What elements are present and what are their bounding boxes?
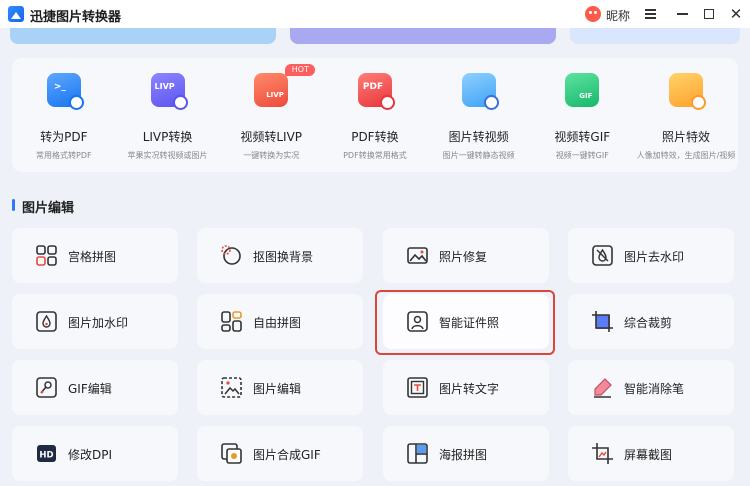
feature-free-collage[interactable]: 自由拼图 — [197, 294, 363, 349]
image-edit-icon — [221, 377, 242, 398]
tool-label: 照片特效 — [661, 130, 710, 144]
feature-images-to-gif[interactable]: 图片合成GIF — [197, 426, 363, 481]
feature-image-edit[interactable]: 图片编辑 — [197, 360, 363, 415]
banner-2[interactable] — [290, 28, 556, 44]
section-title: 图片编辑 — [22, 201, 75, 216]
feature-label: 屏幕截图 — [624, 448, 673, 462]
images-to-gif-icon — [221, 443, 242, 464]
image-to-pdf-icon: >_ — [46, 73, 84, 110]
image-to-video-icon — [461, 73, 499, 110]
video-to-livp-icon: LIVP — [254, 73, 289, 107]
feature-label: 照片修复 — [439, 250, 488, 264]
user-avatar-icon[interactable] — [585, 6, 601, 22]
grid-collage-icon — [36, 245, 57, 266]
tool-video-to-gif[interactable]: GIF 视频转GIF 视频一键转GIF — [530, 58, 634, 172]
tool-livp-convert[interactable]: LIVP LIVP转换 苹果实况转视频或图片 — [116, 58, 220, 172]
tool-desc: 苹果实况转视频或图片 — [127, 151, 208, 160]
feature-label: 图片合成GIF — [253, 448, 321, 462]
maximize-button[interactable] — [699, 4, 719, 24]
close-button[interactable]: ✕ — [726, 4, 746, 24]
feature-add-watermark[interactable]: 图片加水印 — [12, 294, 178, 349]
feature-label: 智能消除笔 — [624, 382, 685, 396]
tool-desc: 图片一键转静态视频 — [442, 151, 515, 160]
feature-label: 自由拼图 — [253, 316, 302, 330]
livp-convert-icon: LIVP — [150, 73, 188, 110]
crop-icon — [592, 311, 613, 332]
photo-repair-icon — [407, 245, 428, 266]
feature-label: 图片编辑 — [253, 382, 302, 396]
poster-collage-icon — [407, 443, 428, 464]
video-to-gif-icon: GIF — [565, 73, 600, 107]
feature-gif-edit[interactable]: GIF编辑 — [12, 360, 178, 415]
gif-edit-icon — [36, 377, 57, 398]
remove-watermark-icon — [592, 245, 613, 266]
feature-remove-watermark[interactable]: 图片去水印 — [568, 228, 734, 283]
user-nickname[interactable]: 昵称 — [606, 7, 630, 24]
feature-label: 综合裁剪 — [624, 316, 673, 330]
feature-eraser-pen[interactable]: 智能消除笔 — [568, 360, 734, 415]
tool-desc: 常用格式转PDF — [36, 151, 92, 160]
feature-crop[interactable]: 综合裁剪 — [568, 294, 734, 349]
dpi-icon: HD — [36, 443, 57, 464]
tool-video-to-livp[interactable]: HOT LIVP 视频转LIVP 一键转换为实况 — [219, 58, 323, 172]
app-title: 迅捷图片转换器 — [30, 10, 122, 25]
quick-tools-panel: >_ 转为PDF 常用格式转PDF LIVP LIVP转换 苹果实况转视频或图片… — [12, 58, 738, 172]
tool-desc: 视频一键转GIF — [555, 151, 609, 160]
minimize-button[interactable] — [672, 4, 692, 24]
tool-desc: PDF转换常用格式 — [343, 151, 407, 160]
tool-label: 视频转LIVP — [240, 130, 303, 144]
cutout-background-icon — [221, 245, 242, 266]
app-logo-icon — [8, 6, 24, 22]
minimize-icon — [676, 13, 688, 15]
tool-image-to-video[interactable]: 图片转视频 图片一键转静态视频 — [427, 58, 531, 172]
title-bar: 迅捷图片转换器 昵称 ✕ — [0, 0, 750, 28]
feature-label: 宫格拼图 — [68, 250, 117, 264]
feature-image-to-text[interactable]: 图片转文字 — [383, 360, 549, 415]
feature-label: 修改DPI — [68, 448, 113, 462]
section-accent-bar — [12, 199, 15, 211]
tool-pdf-convert[interactable]: PDF PDF转换 PDF转换常用格式 — [323, 58, 427, 172]
screenshot-icon — [592, 443, 613, 464]
tool-label: 图片转视频 — [448, 130, 509, 144]
feature-dpi[interactable]: HD 修改DPI — [12, 426, 178, 481]
photo-effect-icon — [668, 73, 706, 110]
menu-icon — [644, 13, 656, 15]
feature-photo-repair[interactable]: 照片修复 — [383, 228, 549, 283]
tool-label: LIVP转换 — [142, 130, 193, 144]
feature-label: 图片加水印 — [68, 316, 129, 330]
tool-desc: 一键转换为实况 — [243, 151, 300, 160]
tool-image-to-pdf[interactable]: >_ 转为PDF 常用格式转PDF — [12, 58, 116, 172]
feature-label: 海报拼图 — [439, 448, 488, 462]
feature-grid-collage[interactable]: 宫格拼图 — [12, 228, 178, 283]
feature-label: GIF编辑 — [68, 382, 112, 396]
tool-label: 视频转GIF — [554, 130, 611, 144]
tool-label: 转为PDF — [40, 130, 88, 144]
pdf-convert-icon: PDF — [357, 73, 395, 110]
banner-3[interactable] — [570, 28, 740, 44]
maximize-icon — [704, 9, 714, 19]
add-watermark-icon — [36, 311, 57, 332]
feature-cutout-background[interactable]: 抠图换背景 — [197, 228, 363, 283]
menu-button[interactable] — [640, 4, 660, 24]
tool-desc: 人像加特效，生成图片/视频 — [636, 151, 736, 160]
image-to-text-icon — [407, 377, 428, 398]
feature-label: 图片转文字 — [439, 382, 500, 396]
feature-screenshot[interactable]: 屏幕截图 — [568, 426, 734, 481]
close-icon: ✕ — [729, 5, 743, 23]
tool-photo-effect[interactable]: 照片特效 人像加特效，生成图片/视频 — [634, 58, 738, 172]
highlight-frame — [375, 290, 555, 355]
feature-label: 抠图换背景 — [253, 250, 314, 264]
hot-badge: HOT — [285, 64, 316, 76]
feature-poster-collage[interactable]: 海报拼图 — [383, 426, 549, 481]
dpi-icon-glyph: HD — [39, 451, 53, 461]
tool-label: PDF转换 — [351, 130, 399, 144]
free-collage-icon — [221, 311, 242, 332]
eraser-pen-icon — [592, 377, 613, 398]
feature-label: 图片去水印 — [624, 250, 685, 264]
banner-1[interactable] — [10, 28, 276, 44]
